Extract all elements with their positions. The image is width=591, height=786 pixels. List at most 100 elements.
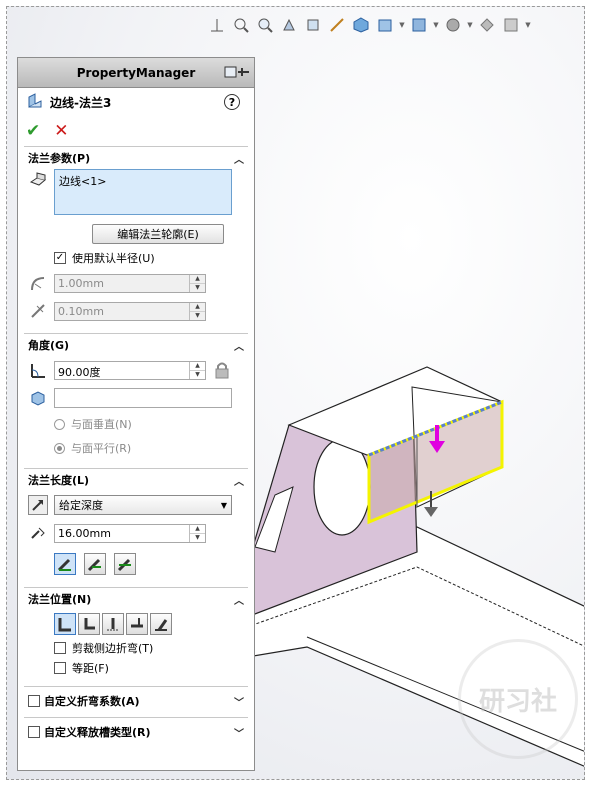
reference-face-field[interactable] bbox=[54, 388, 232, 408]
offset-checkbox[interactable] bbox=[54, 662, 66, 674]
custom-relief-type-group: 自定义释放槽类型(R) ﹀ bbox=[24, 717, 248, 746]
property-manager-panel: PropertyManager 边线-法兰3 ? ✔ ✕ 法兰参数(P) ︿ 边… bbox=[17, 57, 255, 771]
edit-appearance-icon[interactable] bbox=[443, 15, 463, 35]
reference-face-row bbox=[24, 384, 248, 412]
custom-bend-allowance-header[interactable]: 自定义折弯系数(A) ﹀ bbox=[24, 687, 248, 715]
radio-label: 与面平行(R) bbox=[71, 442, 132, 455]
chevron-down-icon[interactable]: ▼ bbox=[399, 15, 405, 35]
gap-distance-row: 0.10mm ▲ ▼ bbox=[24, 297, 248, 325]
angle-group: 角度(G) ︿ 90.00度 ▲ ▼ 与面垂直(N) 与面平行(R) bbox=[24, 333, 248, 460]
flange-angle-icon bbox=[28, 360, 48, 380]
flange-angle-spinner[interactable]: 90.00度 ▲ ▼ bbox=[54, 360, 206, 380]
tangent-bend-icon[interactable] bbox=[114, 553, 136, 575]
group-title: 角度(G) bbox=[28, 339, 70, 352]
chevron-down-icon[interactable]: ▼ bbox=[467, 15, 473, 35]
edge-selection-list[interactable]: 边线<1> bbox=[54, 169, 232, 215]
feature-title: 边线-法兰3 ? bbox=[18, 88, 254, 116]
view-settings-icon[interactable] bbox=[501, 15, 521, 35]
outer-virtual-sharp-icon[interactable] bbox=[54, 553, 76, 575]
spin-up-icon[interactable]: ▲ bbox=[190, 275, 205, 283]
bend-radius-spinner[interactable]: 1.00mm ▲ ▼ bbox=[54, 273, 206, 293]
length-row: 16.00mm ▲ ▼ bbox=[24, 519, 248, 547]
spin-up-icon[interactable]: ▲ bbox=[190, 303, 205, 311]
trim-side-bends-row: 剪裁侧边折弯(T) bbox=[24, 638, 248, 658]
flange-length-header[interactable]: 法兰长度(L) ︿ bbox=[24, 469, 248, 491]
length-spinner[interactable]: 16.00mm ▲ ▼ bbox=[54, 523, 206, 543]
custom-relief-type-header[interactable]: 自定义释放槽类型(R) ﹀ bbox=[24, 718, 248, 746]
material-outside-icon[interactable] bbox=[78, 613, 100, 635]
pin-icon[interactable] bbox=[224, 65, 250, 82]
flange-parameters-group: 法兰参数(P) ︿ 边线<1> 编辑法兰轮廓(E) ✓ 使用默认半径(U) 1.… bbox=[24, 146, 248, 325]
view-orientation-icon[interactable] bbox=[207, 15, 227, 35]
section-view-icon[interactable] bbox=[303, 15, 323, 35]
chevron-up-icon[interactable]: ︿ bbox=[234, 338, 244, 353]
chevron-down-icon[interactable]: ▼ bbox=[433, 15, 439, 35]
cancel-button[interactable]: ✕ bbox=[54, 121, 68, 141]
inner-virtual-sharp-icon[interactable] bbox=[84, 553, 106, 575]
reverse-direction-icon[interactable] bbox=[28, 495, 48, 515]
spin-down-icon[interactable]: ▼ bbox=[190, 532, 205, 542]
use-default-radius-checkbox[interactable]: ✓ bbox=[54, 252, 66, 264]
spin-down-icon[interactable]: ▼ bbox=[190, 310, 205, 320]
chevron-up-icon[interactable]: ︿ bbox=[234, 592, 244, 607]
spin-up-icon[interactable]: ▲ bbox=[190, 362, 205, 370]
zoom-to-area-icon[interactable] bbox=[255, 15, 275, 35]
flange-position-group: 法兰位置(N) ︿ 剪裁侧边折弯(T) 等距(F) bbox=[24, 587, 248, 678]
trim-side-bends-checkbox[interactable] bbox=[54, 642, 66, 654]
angle-header[interactable]: 角度(G) ︿ bbox=[24, 334, 248, 356]
flange-parameters-header[interactable]: 法兰参数(P) ︿ bbox=[24, 147, 248, 169]
bend-outside-icon[interactable] bbox=[102, 613, 124, 635]
length-icon bbox=[28, 523, 48, 543]
group-title: 自定义释放槽类型(R) bbox=[44, 726, 151, 739]
parallel-radio[interactable] bbox=[54, 442, 65, 454]
parallel-row: 与面平行(R) bbox=[24, 436, 248, 460]
watermark-logo: 研习社 bbox=[458, 639, 578, 759]
tangent-to-bend-icon[interactable] bbox=[150, 613, 172, 635]
action-buttons: ✔ ✕ bbox=[18, 116, 254, 146]
chevron-down-icon[interactable]: ﹀ bbox=[234, 694, 244, 709]
list-item[interactable]: 边线<1> bbox=[59, 173, 227, 189]
ok-button[interactable]: ✔ bbox=[26, 121, 40, 141]
group-title: 法兰参数(P) bbox=[28, 152, 91, 165]
apply-scene-icon[interactable] bbox=[477, 15, 497, 35]
flange-angle-value[interactable]: 90.00度 bbox=[55, 362, 189, 379]
material-inside-icon[interactable] bbox=[54, 613, 76, 635]
spin-down-icon[interactable]: ▼ bbox=[190, 369, 205, 379]
end-condition-select[interactable]: 给定深度 ▼ bbox=[54, 495, 232, 515]
display-style-icon[interactable] bbox=[375, 15, 395, 35]
perpendicular-radio[interactable] bbox=[54, 418, 65, 430]
edit-profile-row: 编辑法兰轮廓(E) bbox=[24, 221, 248, 247]
bend-radius-icon bbox=[28, 273, 48, 293]
gap-distance-spinner[interactable]: 0.10mm ▲ ▼ bbox=[54, 301, 206, 321]
gap-distance-value[interactable]: 0.10mm bbox=[55, 303, 189, 320]
virtual-sharp-icon[interactable] bbox=[126, 613, 148, 635]
panel-title: PropertyManager bbox=[76, 65, 196, 80]
perpendicular-row: 与面垂直(N) bbox=[24, 412, 248, 436]
previous-view-icon[interactable] bbox=[279, 15, 299, 35]
view-cube-icon[interactable] bbox=[351, 15, 371, 35]
chevron-down-icon: ▼ bbox=[220, 500, 227, 510]
edit-flange-profile-button[interactable]: 编辑法兰轮廓(E) bbox=[92, 224, 224, 244]
hide-show-items-icon[interactable] bbox=[409, 15, 429, 35]
chevron-up-icon[interactable]: ︿ bbox=[234, 473, 244, 488]
chevron-down-icon[interactable]: ▼ bbox=[525, 15, 531, 35]
lock-icon[interactable] bbox=[212, 360, 232, 380]
dynamic-annotation-icon[interactable] bbox=[327, 15, 347, 35]
bend-radius-value[interactable]: 1.00mm bbox=[55, 275, 189, 292]
chevron-down-icon[interactable]: ﹀ bbox=[234, 725, 244, 740]
property-manager-header: PropertyManager bbox=[18, 58, 254, 88]
selected-value: 给定深度 bbox=[59, 499, 103, 512]
heads-up-toolbar: ▼ ▼ ▼ ▼ bbox=[207, 13, 584, 37]
zoom-to-fit-icon[interactable] bbox=[231, 15, 251, 35]
custom-relief-type-checkbox[interactable] bbox=[28, 726, 40, 738]
chevron-up-icon[interactable]: ︿ bbox=[234, 151, 244, 166]
length-value[interactable]: 16.00mm bbox=[55, 525, 189, 542]
flange-angle-row: 90.00度 ▲ ▼ bbox=[24, 356, 248, 384]
custom-bend-allowance-checkbox[interactable] bbox=[28, 695, 40, 707]
end-condition-row: 给定深度 ▼ bbox=[24, 491, 248, 519]
flange-position-header[interactable]: 法兰位置(N) ︿ bbox=[24, 588, 248, 610]
graphics-area[interactable]: 研习社 ▼ ▼ ▼ ▼ PropertyManager 边线-法兰3 ? ✔ ✕… bbox=[6, 6, 585, 780]
spin-up-icon[interactable]: ▲ bbox=[190, 525, 205, 533]
spin-down-icon[interactable]: ▼ bbox=[190, 282, 205, 292]
help-button[interactable]: ? bbox=[224, 94, 240, 110]
